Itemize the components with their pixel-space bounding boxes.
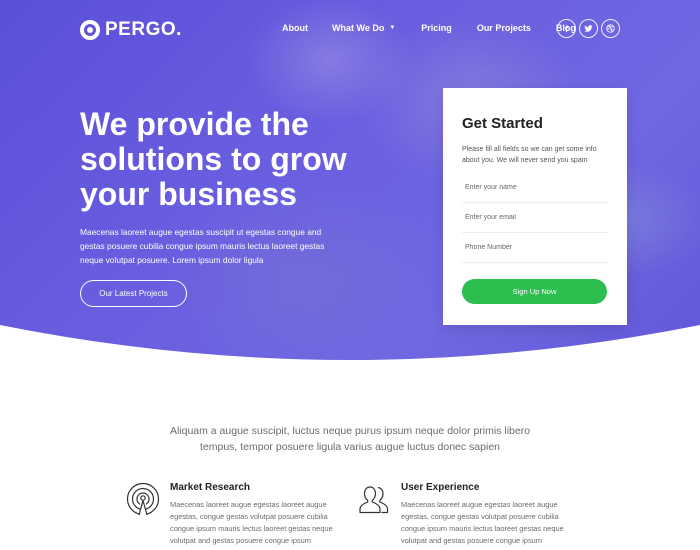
hero-wave-divider: [0, 325, 700, 385]
latest-projects-button[interactable]: Our Latest Projects: [80, 280, 187, 307]
caret-down-icon: ▼: [389, 25, 396, 31]
hero-title: We provide the solutions to grow your bu…: [80, 107, 400, 212]
feature-title: User Experience: [401, 482, 480, 493]
users-icon: [359, 486, 389, 514]
feature-title: Market Research: [170, 482, 251, 493]
feature-text: Maecenas laoreet augue egestas laoreet a…: [401, 500, 564, 545]
phone-field[interactable]: [462, 233, 608, 263]
logo-icon: [80, 20, 100, 40]
dribbble-icon: [606, 24, 615, 33]
nav-item-our-projects[interactable]: Our Projects: [477, 23, 531, 33]
nav-item-what-we-do[interactable]: What We Do ▼: [332, 23, 395, 33]
signal-broadcast-icon: [126, 482, 160, 516]
sign-up-button[interactable]: Sign Up Now: [462, 279, 607, 304]
brand-logo[interactable]: PERGO.: [80, 19, 182, 41]
brand-name: PERGO.: [105, 19, 182, 40]
hero-title-line: your business: [80, 176, 297, 212]
form-description: Please fill all fields so we can get som…: [462, 146, 597, 164]
facebook-button[interactable]: f: [557, 19, 576, 38]
nav-item-label: Pricing: [421, 23, 452, 33]
hero-description: Maecenas laoreet augue egestas suscipit …: [80, 227, 325, 265]
email-field[interactable]: [462, 203, 608, 233]
main-nav: About What We Do ▼ Pricing Our Projects …: [282, 23, 576, 33]
hero-title-line: solutions to grow: [80, 141, 347, 177]
facebook-icon: f: [565, 23, 568, 34]
social-links: f: [557, 19, 623, 38]
nav-item-label: What We Do: [332, 23, 385, 33]
twitter-icon: [584, 25, 593, 32]
dribbble-button[interactable]: [601, 19, 620, 38]
hero-title-line: We provide the: [80, 106, 309, 142]
feature-text: Maecenas laoreet augue egestas laoreet a…: [170, 500, 333, 545]
nav-item-label: Our Projects: [476, 23, 531, 33]
name-field[interactable]: [462, 173, 608, 203]
twitter-button[interactable]: [579, 19, 598, 38]
nav-item-label: About: [282, 23, 308, 33]
intro-text: Aliquam a augue suscipit, luctus neque p…: [169, 425, 531, 453]
get-started-form: Get Started Please fill all fields so we…: [443, 88, 627, 325]
nav-item-pricing[interactable]: Pricing: [421, 23, 452, 33]
nav-item-about[interactable]: About: [282, 23, 308, 33]
form-title: Get Started: [462, 115, 543, 132]
